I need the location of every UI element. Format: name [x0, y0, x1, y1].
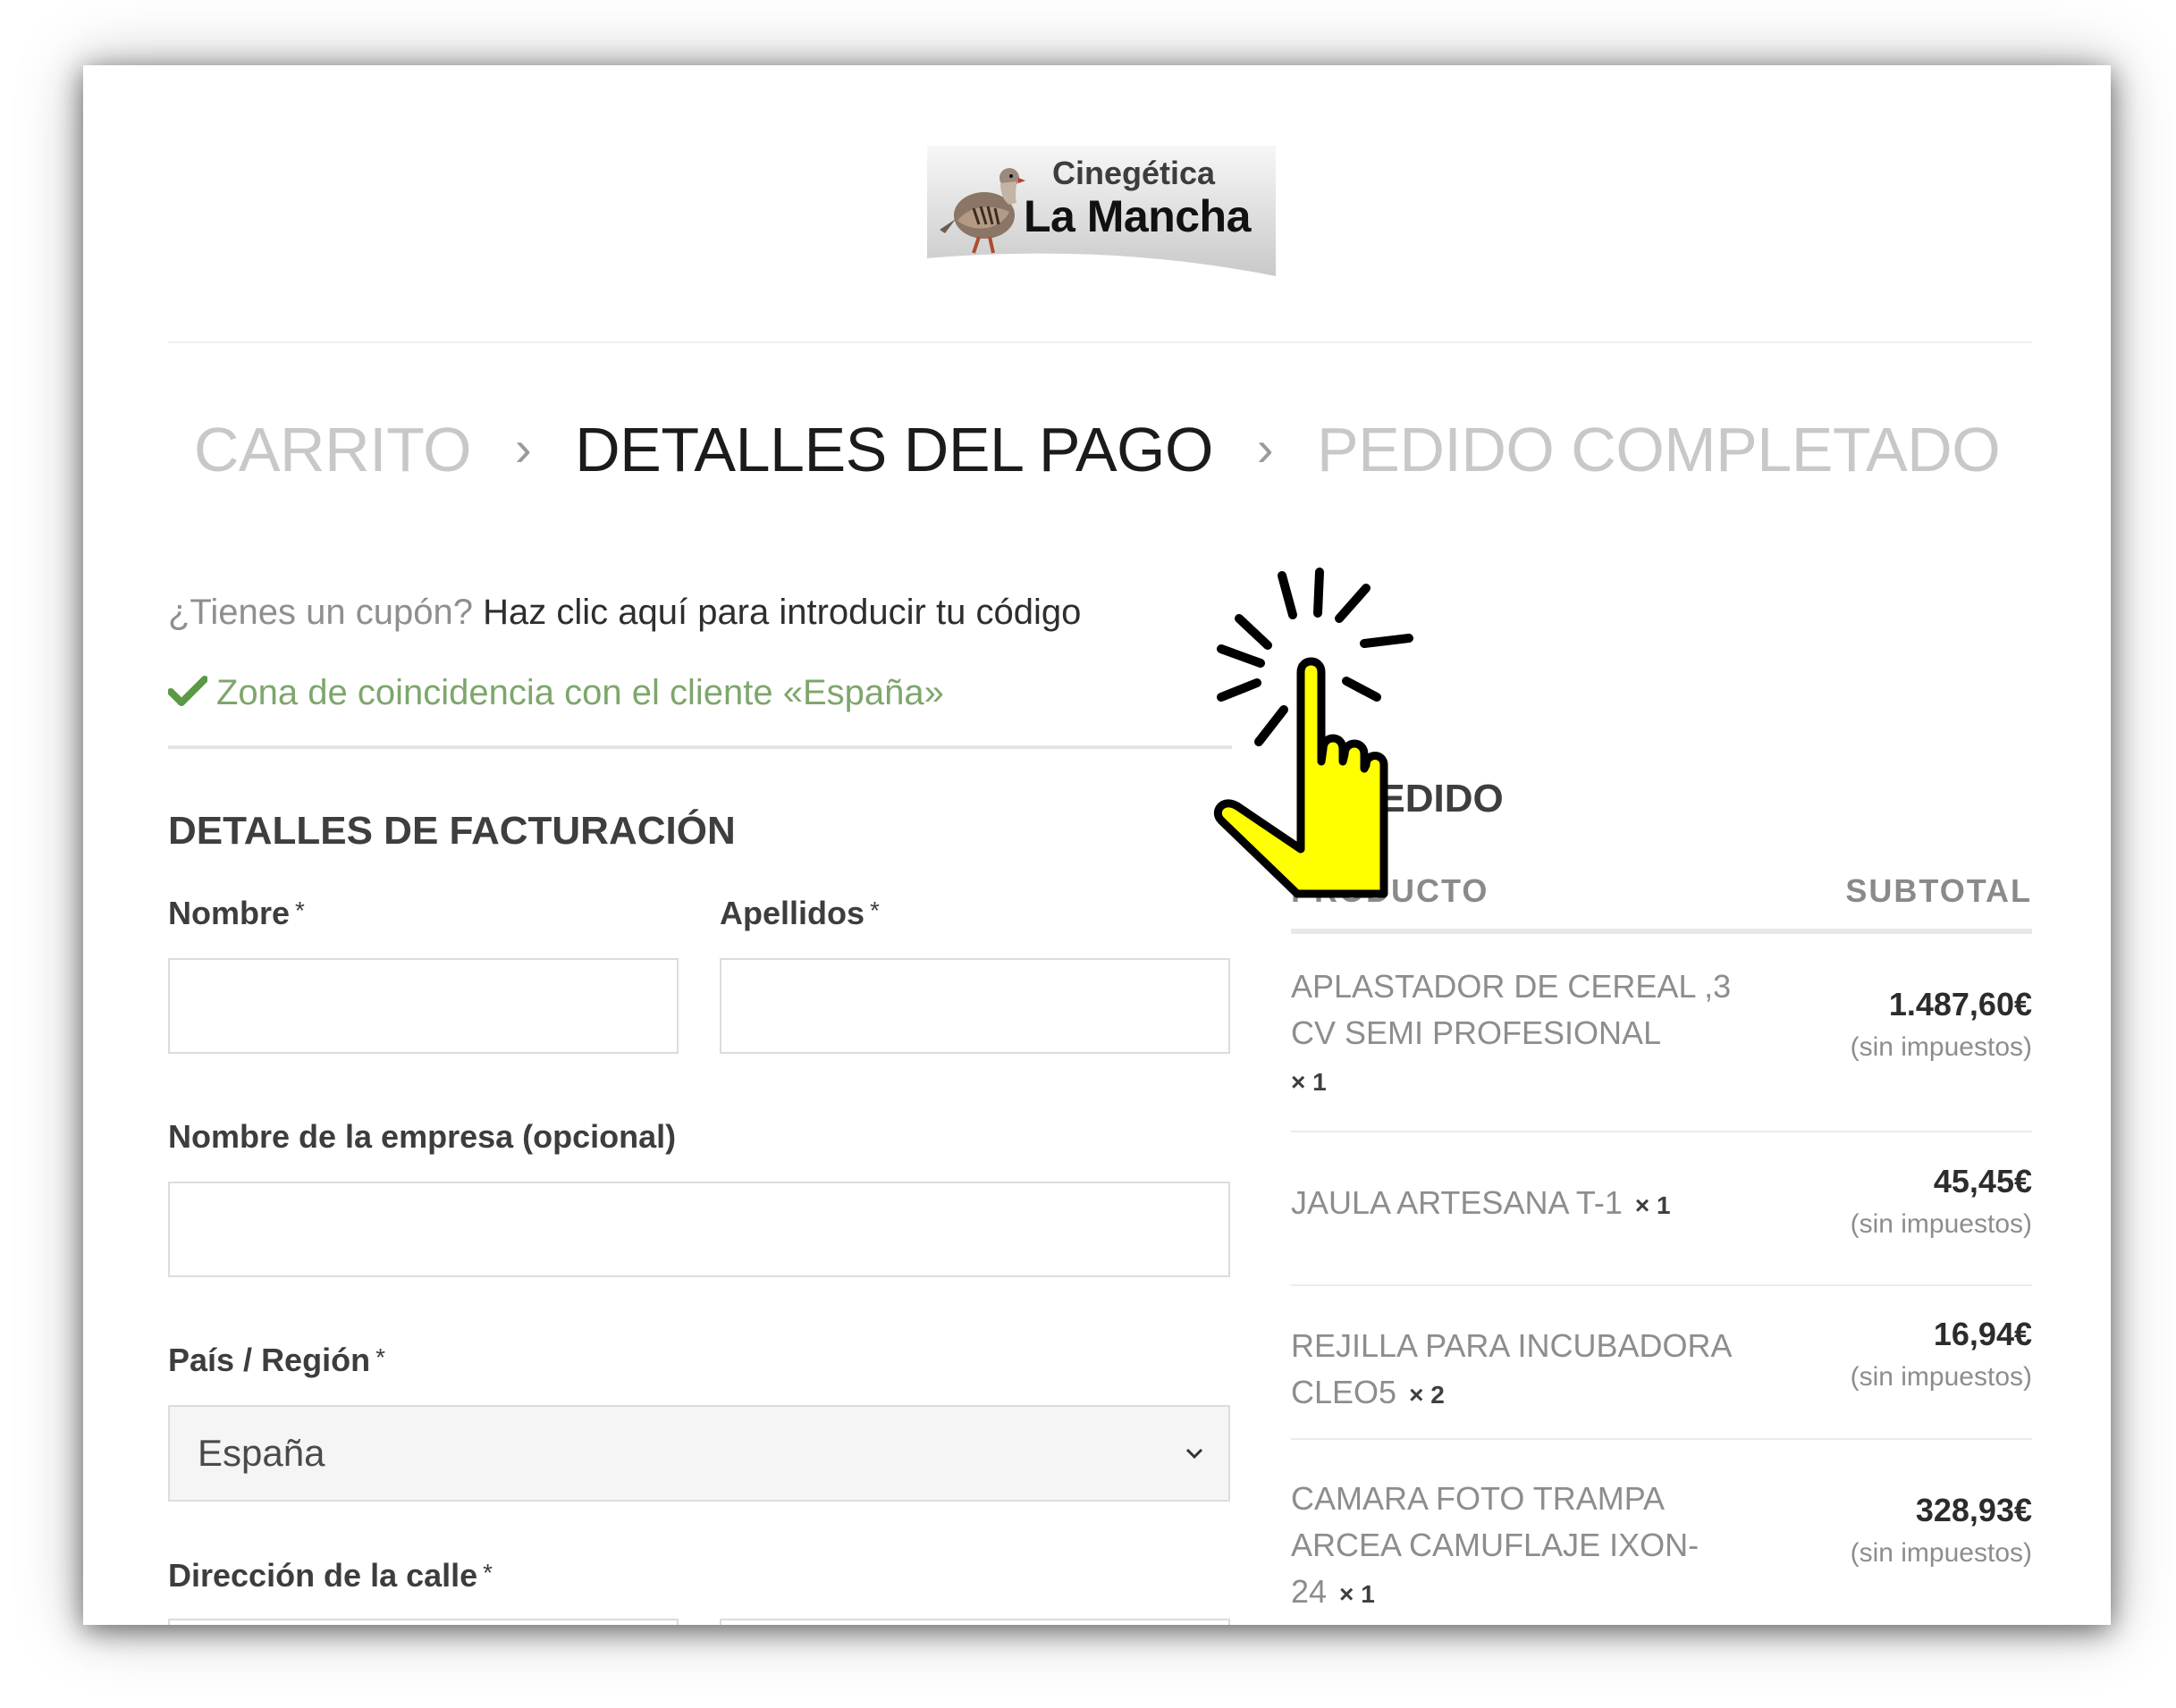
order-table-header-rule	[1291, 929, 2032, 934]
coupon-link[interactable]: Haz clic aquí para introducir tu código	[483, 593, 1081, 632]
header-divider	[168, 341, 2032, 343]
logo-text-line1: Cinegética	[1052, 155, 1216, 191]
required-mark: *	[295, 896, 305, 924]
checkmark-icon	[168, 676, 207, 706]
breadcrumb-chevron-icon: ›	[1256, 420, 1274, 476]
order-item-subtotal: 45,45€ (sin impuestos)	[1850, 1163, 2032, 1239]
order-item-quantity: × 1	[1291, 1068, 1327, 1096]
order-row-divider	[1291, 1438, 2032, 1440]
order-item-name: APLASTADOR DE CEREAL ,3 CV SEMI PROFESIO…	[1291, 968, 1732, 1096]
chevron-down-icon	[1185, 1448, 1203, 1460]
order-item-subtotal: 328,93€ (sin impuestos)	[1850, 1492, 2032, 1568]
hand-pointer-cursor-icon	[1213, 568, 1413, 898]
zone-notice: Zona de coincidencia con el cliente «Esp…	[168, 673, 944, 713]
partridge-logo-icon	[940, 168, 1025, 254]
coupon-question: ¿Tienes un cupón?	[168, 593, 473, 632]
company-label: Nombre de la empresa (opcional)	[168, 1118, 677, 1155]
country-select[interactable]: España	[168, 1405, 1230, 1502]
order-item-quantity: × 2	[1409, 1381, 1445, 1409]
order-item-name: CAMARA FOTO TRAMPA ARCEA CAMUFLAJE IXON-…	[1291, 1480, 1699, 1610]
billing-title: DETALLES DE FACTURACIÓN	[168, 809, 736, 853]
country-select-value: España	[198, 1432, 325, 1474]
zone-notice-text: Zona de coincidencia con el cliente «Esp…	[216, 673, 944, 712]
first-name-input[interactable]	[168, 958, 679, 1054]
checkout-breadcrumb: CARRITO › DETALLES DEL PAGO › PEDIDO COM…	[83, 414, 2111, 485]
last-name-label: Apellidos *	[720, 895, 880, 931]
country-label: País / Región *	[168, 1342, 385, 1378]
last-name-input[interactable]	[720, 958, 1230, 1054]
street-input-2[interactable]	[720, 1619, 1230, 1625]
order-item-name: REJILLA PARA INCUBADORA CLEO5 × 2	[1291, 1327, 1731, 1410]
breadcrumb-chevron-icon: ›	[515, 420, 532, 476]
required-mark: *	[375, 1343, 385, 1371]
breadcrumb-order-complete: PEDIDO COMPLETADO	[1316, 415, 2001, 484]
order-item-quantity: × 1	[1634, 1191, 1671, 1219]
required-mark: *	[870, 896, 880, 924]
notice-divider	[168, 745, 1232, 749]
logo-text-line2: La Mancha	[1024, 191, 1251, 241]
breadcrumb-payment-details[interactable]: DETALLES DEL PAGO	[575, 415, 1213, 484]
store-logo[interactable]: Cinegética La Mancha	[927, 146, 1276, 276]
company-input[interactable]	[168, 1182, 1230, 1277]
coupon-notice: ¿Tienes un cupón? Haz clic aquí para int…	[168, 593, 1081, 633]
breadcrumb-cart[interactable]: CARRITO	[194, 415, 472, 484]
order-item-quantity: × 1	[1339, 1580, 1375, 1608]
first-name-label: Nombre *	[168, 895, 305, 931]
order-item-subtotal: 1.487,60€ (sin impuestos)	[1850, 986, 2032, 1062]
order-item-name: JAULA ARTESANA T-1 × 1	[1291, 1184, 1671, 1221]
column-header-subtotal: SUBTOTAL	[1845, 872, 2032, 909]
street-input[interactable]	[168, 1619, 679, 1625]
order-item-subtotal: 16,94€ (sin impuestos)	[1850, 1316, 2032, 1392]
street-label: Dirección de la calle *	[168, 1557, 493, 1594]
required-mark: *	[483, 1559, 493, 1586]
order-row-divider	[1291, 1284, 2032, 1286]
screenshot-frame: Cinegética La Mancha CARRITO › DETALLES …	[83, 65, 2111, 1625]
order-row-divider	[1291, 1131, 2032, 1132]
